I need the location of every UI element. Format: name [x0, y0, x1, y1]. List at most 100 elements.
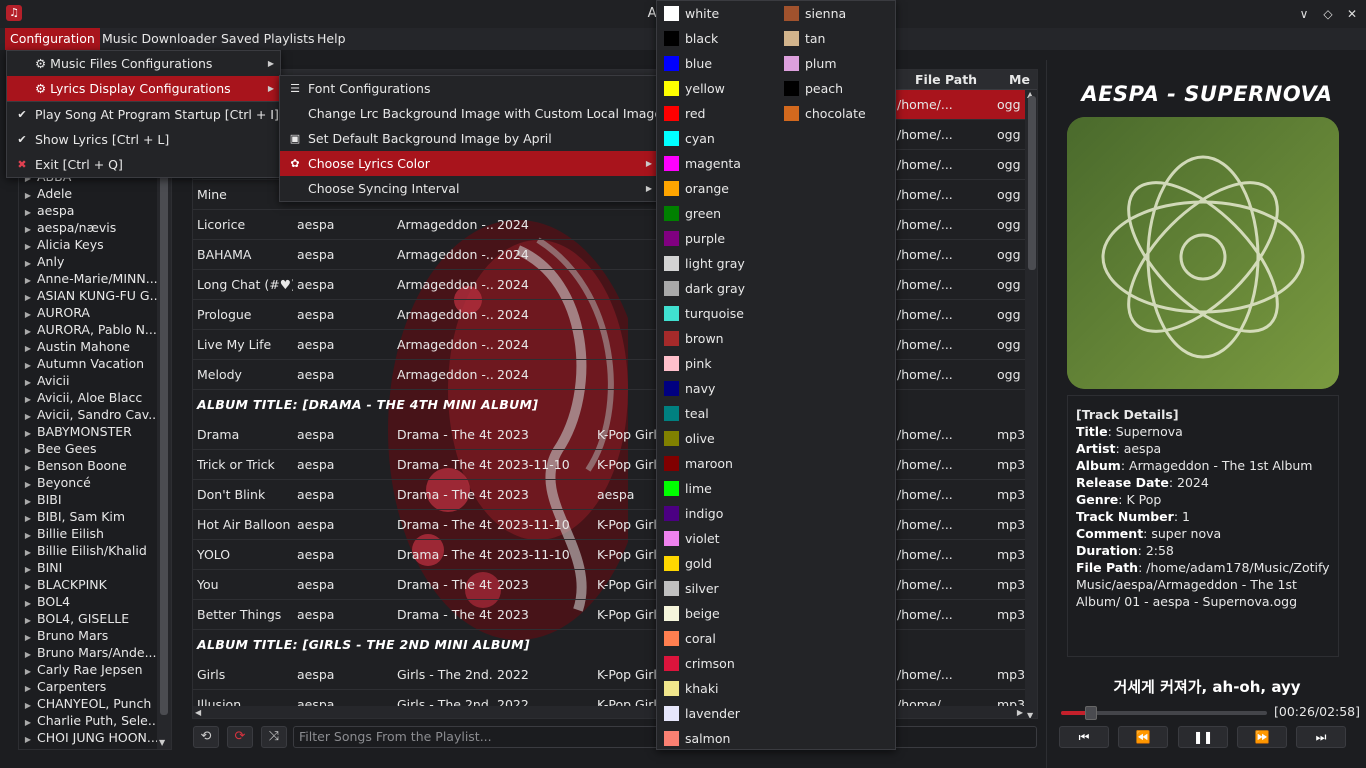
table-row[interactable]: DramaaespaDrama - The 4t...2023K-Pop Gir… — [193, 420, 1025, 450]
color-option-olive[interactable]: olive — [657, 426, 775, 451]
artist-item[interactable]: ▶ Alicia Keys — [19, 236, 159, 253]
artist-item[interactable]: ▶ Adele — [19, 185, 159, 202]
rewind-button[interactable]: ⏪ — [1118, 726, 1168, 748]
artist-item[interactable]: ▶ AURORA, Pablo N... — [19, 321, 159, 338]
header-media[interactable]: Me — [1009, 70, 1030, 90]
lyrics-menu-item[interactable]: Choose Syncing Interval ▶ — [280, 176, 658, 201]
maximize-icon[interactable]: ◇ — [1318, 4, 1338, 24]
artist-item[interactable]: ▶ aespa — [19, 202, 159, 219]
color-option-plum[interactable]: plum — [777, 51, 895, 76]
artist-item[interactable]: ▶ ASIAN KUNG-FU G... — [19, 287, 159, 304]
close-icon[interactable]: ✕ — [1342, 4, 1362, 24]
artist-item[interactable]: ▶ Avicii — [19, 372, 159, 389]
artist-item[interactable]: ▶ BOL4 — [19, 593, 159, 610]
artist-item[interactable]: ▶ CHANYEOL, Punch — [19, 695, 159, 712]
color-option-violet[interactable]: violet — [657, 526, 775, 551]
color-option-light-gray[interactable]: light gray — [657, 251, 775, 276]
config-menu-item[interactable]: ✔ Show Lyrics [Ctrl + L] — [7, 127, 280, 152]
lyrics-menu-item[interactable]: ▣ Set Default Background Image by April — [280, 126, 658, 151]
color-option-brown[interactable]: brown — [657, 326, 775, 351]
previous-track-button[interactable]: ⏮ — [1059, 726, 1109, 748]
expand-arrow-icon[interactable]: ▶ — [19, 646, 37, 661]
expand-arrow-icon[interactable]: ▶ — [19, 272, 37, 287]
expand-arrow-icon[interactable]: ▶ — [19, 578, 37, 593]
table-row[interactable]: Long Chat (#♥) aespa Armageddon -... 2024/h… — [193, 270, 1025, 300]
color-option-chocolate[interactable]: chocolate — [777, 101, 895, 126]
artist-item[interactable]: ▶ Avicii, Aloe Blacc — [19, 389, 159, 406]
color-option-blue[interactable]: blue — [657, 51, 775, 76]
expand-arrow-icon[interactable]: ▶ — [19, 289, 37, 304]
artist-tree[interactable]: ▶ABBA▶Adele▶aespa▶aespa/nævis▶Alicia Key… — [18, 170, 172, 750]
expand-arrow-icon[interactable]: ▶ — [19, 510, 37, 525]
lyrics-menu-item[interactable]: ✿ Choose Lyrics Color ▶ — [280, 151, 658, 176]
artist-item[interactable]: ▶ BLACKPINK — [19, 576, 159, 593]
expand-arrow-icon[interactable]: ▶ — [19, 561, 37, 576]
table-row[interactable]: Better ThingsaespaDrama - The 4t...2023K… — [193, 600, 1025, 630]
artist-item[interactable]: ▶ Avicii, Sandro Cav... — [19, 406, 159, 423]
color-option-yellow[interactable]: yellow — [657, 76, 775, 101]
artist-item[interactable]: ▶ Charlie Puth, Sele... — [19, 712, 159, 729]
next-track-button[interactable]: ⏭ — [1296, 726, 1346, 748]
table-row[interactable]: Prologue aespa Armageddon -... 2024/home/..… — [193, 300, 1025, 330]
expand-arrow-icon[interactable]: ▶ — [19, 442, 37, 457]
expand-arrow-icon[interactable]: ▶ — [19, 459, 37, 474]
color-option-purple[interactable]: purple — [657, 226, 775, 251]
minimize-icon[interactable]: ∨ — [1294, 4, 1314, 24]
artist-item[interactable]: ▶ Austin Mahone — [19, 338, 159, 355]
artist-item[interactable]: ▶ AURORA — [19, 304, 159, 321]
expand-arrow-icon[interactable]: ▶ — [19, 476, 37, 491]
expand-arrow-icon[interactable]: ▶ — [19, 306, 37, 321]
expand-arrow-icon[interactable]: ▶ — [19, 408, 37, 423]
table-row[interactable]: YOLOaespaDrama - The 4t...2023-11-10K-Po… — [193, 540, 1025, 570]
expand-arrow-icon[interactable]: ▶ — [19, 663, 37, 678]
artist-item[interactable]: ▶ Billie Eilish/Khalid — [19, 542, 159, 559]
pause-button[interactable]: ❚❚ — [1178, 726, 1228, 748]
expand-arrow-icon[interactable]: ▶ — [19, 323, 37, 338]
menu-saved-playlists[interactable]: Saved Playlists — [216, 28, 320, 50]
shuffle-button[interactable]: ⤨ — [261, 726, 287, 748]
expand-arrow-icon[interactable]: ▶ — [19, 221, 37, 236]
expand-arrow-icon[interactable]: ▶ — [19, 612, 37, 627]
expand-arrow-icon[interactable]: ▶ — [19, 493, 37, 508]
color-option-sienna[interactable]: sienna — [777, 1, 895, 26]
table-row[interactable]: Trick or Trick aespa Drama - The 4t... 2023… — [193, 450, 1025, 480]
table-row[interactable]: Melody aespa Armageddon -... 2024/home/... o… — [193, 360, 1025, 390]
artist-item[interactable]: ▶ Bruno Mars — [19, 627, 159, 644]
song-scrollbar[interactable]: ▲ ▼ — [1025, 90, 1037, 718]
forward-button[interactable]: ⏩ — [1237, 726, 1287, 748]
artist-item[interactable]: ▶ Billie Eilish — [19, 525, 159, 542]
color-option-pink[interactable]: pink — [657, 351, 775, 376]
color-option-salmon[interactable]: salmon — [657, 726, 775, 751]
menu-help[interactable]: Help — [312, 28, 351, 50]
color-option-gold[interactable]: gold — [657, 551, 775, 576]
table-row[interactable]: Don't BlinkaespaDrama - The 4t...2023aes… — [193, 480, 1025, 510]
color-option-silver[interactable]: silver — [657, 576, 775, 601]
scrollbar-thumb[interactable] — [160, 175, 168, 715]
color-option-beige[interactable]: beige — [657, 601, 775, 626]
header-file-path[interactable]: File Path — [915, 70, 977, 90]
artist-item[interactable]: ▶ Bee Gees — [19, 440, 159, 457]
color-option-dark-gray[interactable]: dark gray — [657, 276, 775, 301]
expand-arrow-icon[interactable]: ▶ — [19, 544, 37, 559]
expand-arrow-icon[interactable]: ▶ — [19, 340, 37, 355]
expand-arrow-icon[interactable]: ▶ — [19, 255, 37, 270]
color-option-indigo[interactable]: indigo — [657, 501, 775, 526]
color-option-lime[interactable]: lime — [657, 476, 775, 501]
repeat-button[interactable]: ⟲ — [193, 726, 219, 748]
expand-arrow-icon[interactable]: ▶ — [19, 374, 37, 389]
scrollbar-thumb[interactable] — [1028, 96, 1036, 270]
expand-arrow-icon[interactable]: ▶ — [19, 629, 37, 644]
color-option-orange[interactable]: orange — [657, 176, 775, 201]
artist-item[interactable]: ▶ BIBI — [19, 491, 159, 508]
artist-item[interactable]: ▶ Benson Boone — [19, 457, 159, 474]
expand-arrow-icon[interactable]: ▶ — [19, 204, 37, 219]
color-option-turquoise[interactable]: turquoise — [657, 301, 775, 326]
color-option-teal[interactable]: teal — [657, 401, 775, 426]
artist-item[interactable]: ▶ Anly — [19, 253, 159, 270]
table-row[interactable]: Licorice aespa Armageddon -... 2024/home/..… — [193, 210, 1025, 240]
expand-arrow-icon[interactable]: ▶ — [19, 697, 37, 712]
expand-arrow-icon[interactable]: ▶ — [19, 731, 37, 746]
artist-item[interactable]: ▶ BIBI, Sam Kim — [19, 508, 159, 525]
color-option-lavender[interactable]: lavender — [657, 701, 775, 726]
expand-arrow-icon[interactable]: ▶ — [19, 187, 37, 202]
